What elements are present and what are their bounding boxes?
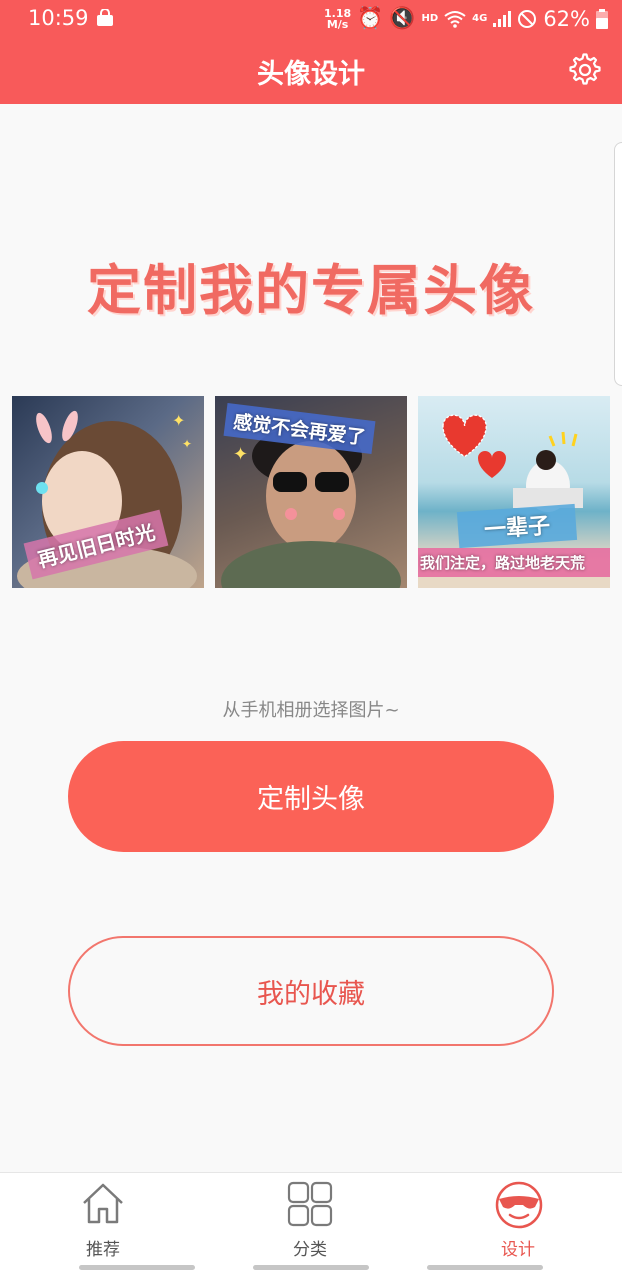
svg-text:✦: ✦ <box>182 437 192 451</box>
tab-recommend[interactable]: 推荐 <box>43 1173 163 1260</box>
tab-category[interactable]: 分类 <box>250 1173 370 1260</box>
mute-icon: 🔇 <box>389 6 416 30</box>
cool-face-icon <box>495 1181 543 1229</box>
svg-text:✦: ✦ <box>172 411 185 430</box>
tab-category-label: 分类 <box>293 1240 327 1260</box>
tab-design-label: 设计 <box>501 1240 535 1260</box>
status-time: 10:59 <box>28 6 89 30</box>
speed-unit: M/s <box>326 17 349 31</box>
battery-level: 62% <box>543 6 590 31</box>
do-not-disturb-icon <box>518 9 537 28</box>
custom-avatar-button[interactable]: 定制头像 <box>68 741 554 852</box>
bottom-tab-bar: 推荐 分类 设计 <box>0 1172 622 1279</box>
grid-icon <box>287 1181 333 1227</box>
status-icons: 1.18 M/s ⏰ 🔇 HD 4G 62% <box>324 6 608 31</box>
app-header: 10:59 1.18 M/s ⏰ 🔇 HD 4G 62% 头像设计 <box>0 0 622 104</box>
signal-icon <box>493 10 512 27</box>
sample-avatar-2[interactable]: ✦ 感觉不会再爱了 <box>215 396 407 588</box>
system-nav-home[interactable] <box>253 1265 369 1270</box>
home-icon <box>83 1183 123 1224</box>
shopping-bag-icon <box>97 9 113 26</box>
system-nav-recent[interactable] <box>427 1265 543 1270</box>
sample-subcaption-3: 我们注定，路过地老天荒 <box>418 548 610 577</box>
tab-recommend-label: 推荐 <box>86 1240 120 1260</box>
svg-text:✦: ✦ <box>233 444 248 465</box>
sample-avatar-3[interactable]: 一辈子 我们注定，路过地老天荒 <box>418 396 610 588</box>
sample-avatar-1[interactable]: ✦ ✦ 再见旧日时光 <box>12 396 204 588</box>
wifi-icon <box>444 10 466 28</box>
tab-design[interactable]: 设计 <box>458 1173 578 1260</box>
banner-title: 定制我的专属头像 <box>87 259 535 322</box>
settings-gear-icon[interactable] <box>568 53 602 87</box>
alarm-icon: ⏰ <box>357 6 384 30</box>
sample-avatar-gallery: ✦ ✦ 再见旧日时光 ✦ 感觉不会再爱了 一辈子 我们注定，路过地老天荒 <box>12 396 612 588</box>
my-favorites-button[interactable]: 我的收藏 <box>68 936 554 1046</box>
battery-icon <box>596 8 608 29</box>
choose-from-album-hint: 从手机相册选择图片~ <box>222 700 400 721</box>
hd-label: HD <box>421 13 439 24</box>
system-nav-back[interactable] <box>79 1265 195 1270</box>
network-speed: 1.18 M/s <box>324 8 351 30</box>
network-type: 4G <box>472 13 488 24</box>
page-title: 头像设计 <box>257 59 365 90</box>
status-bar: 10:59 1.18 M/s ⏰ 🔇 HD 4G 62% <box>0 0 622 38</box>
